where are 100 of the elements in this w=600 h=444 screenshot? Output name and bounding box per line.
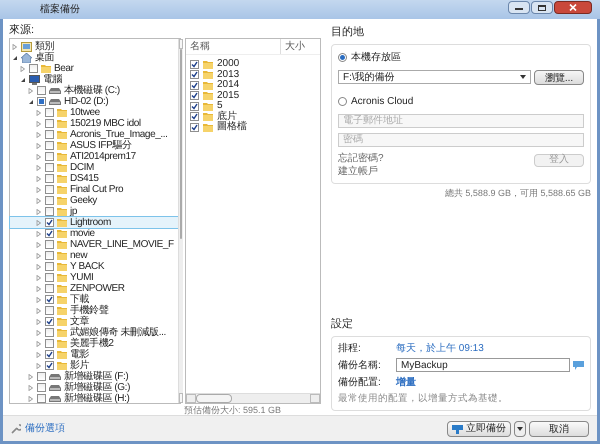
- tree-item[interactable]: Acronis_True_Image_...: [10, 129, 178, 140]
- horizontal-scrollbar[interactable]: [186, 393, 320, 403]
- checkbox[interactable]: [190, 102, 199, 111]
- backup-now-button[interactable]: 立即備份: [447, 420, 511, 436]
- checkbox[interactable]: [45, 163, 54, 172]
- expanded-arrow-icon[interactable]: [12, 54, 18, 60]
- checkbox[interactable]: [45, 317, 54, 326]
- radio-button[interactable]: [338, 96, 347, 106]
- tree-item[interactable]: 美麗手機2: [10, 338, 178, 349]
- tree-item[interactable]: 新增磁碟區 (G:): [10, 382, 178, 393]
- checkbox[interactable]: [45, 262, 54, 271]
- collapsed-arrow-icon[interactable]: [28, 88, 34, 94]
- tree-item[interactable]: 電影: [10, 349, 178, 360]
- dropdown-arrow-icon[interactable]: [520, 75, 526, 79]
- forgot-password-link[interactable]: 忘記密碼?: [338, 152, 384, 164]
- expanded-arrow-icon[interactable]: [28, 98, 34, 104]
- tree-item[interactable]: 類別: [10, 41, 178, 52]
- column-header[interactable]: 大小: [281, 39, 309, 54]
- checkbox[interactable]: [190, 60, 199, 69]
- tree-item[interactable]: 本機磁碟 (C:): [10, 85, 178, 96]
- checkbox[interactable]: [45, 273, 54, 282]
- path-dropdown[interactable]: F:\我的備份: [338, 70, 531, 84]
- checkbox[interactable]: [45, 306, 54, 315]
- checkbox[interactable]: [190, 112, 199, 122]
- tree-item[interactable]: 文章: [10, 316, 178, 327]
- checkbox[interactable]: [190, 122, 199, 132]
- backup-options-link[interactable]: 備份選項: [25, 421, 65, 436]
- collapsed-arrow-icon[interactable]: [20, 66, 26, 72]
- checkbox[interactable]: [45, 207, 54, 216]
- tree-item[interactable]: movie: [10, 228, 178, 239]
- tree-item[interactable]: 下載: [10, 294, 178, 305]
- checkbox[interactable]: [29, 64, 38, 73]
- minimize-icon[interactable]: [508, 1, 530, 14]
- checkbox[interactable]: [45, 196, 54, 205]
- checkbox[interactable]: [45, 130, 54, 139]
- tree-item-label: Y BACK: [70, 262, 104, 272]
- tree-item[interactable]: HD-02 (D:): [10, 96, 178, 107]
- collapsed-arrow-icon[interactable]: [12, 44, 18, 50]
- tree-item[interactable]: DCIM: [10, 162, 178, 173]
- maximize-icon[interactable]: [531, 1, 553, 14]
- tree-item[interactable]: Lightroom: [10, 217, 178, 228]
- schedule-link[interactable]: 每天，於上午 09:13: [396, 340, 484, 356]
- checkbox[interactable]: [45, 361, 54, 370]
- tree-item[interactable]: YUMI: [10, 272, 178, 283]
- checkbox[interactable]: [45, 185, 54, 194]
- checkbox[interactable]: [190, 70, 199, 80]
- tree-item[interactable]: 武媚娘傳奇 未刪減版...: [10, 327, 178, 338]
- checkbox[interactable]: [45, 152, 54, 161]
- checkbox[interactable]: [45, 350, 54, 359]
- expanded-arrow-icon[interactable]: [20, 76, 26, 82]
- tree-item[interactable]: 150219 MBC idol: [10, 118, 178, 129]
- dropdown-arrow-button[interactable]: [514, 420, 526, 436]
- checkbox[interactable]: [45, 108, 54, 117]
- checkbox[interactable]: [45, 251, 54, 260]
- backup-name-field[interactable]: MyBackup: [396, 358, 570, 372]
- create-account-link[interactable]: 建立帳戶: [338, 164, 384, 178]
- tree-item[interactable]: 10twee: [10, 107, 178, 118]
- column-header[interactable]: 名稱: [186, 39, 281, 54]
- comment-icon[interactable]: [573, 360, 584, 370]
- tree-item[interactable]: 手機鈴聲: [10, 305, 178, 316]
- checkbox[interactable]: [37, 383, 46, 392]
- scrollbar[interactable]: [178, 39, 183, 403]
- checkbox[interactable]: [45, 240, 54, 249]
- cancel-button[interactable]: 取消: [529, 420, 589, 436]
- tree-item[interactable]: Bear: [10, 63, 178, 74]
- tree-item[interactable]: Y BACK: [10, 261, 178, 272]
- tree-item[interactable]: Geeky: [10, 195, 178, 206]
- checkbox[interactable]: [45, 295, 54, 304]
- checkbox[interactable]: [45, 229, 54, 238]
- tree-item[interactable]: 桌面: [10, 52, 178, 63]
- tree-item[interactable]: Final Cut Pro: [10, 184, 178, 195]
- tree-item[interactable]: 新增磁碟區 (H:): [10, 393, 178, 404]
- checkbox[interactable]: [45, 339, 54, 348]
- folder-icon: [57, 262, 67, 271]
- tree-item[interactable]: 電腦: [10, 74, 178, 85]
- checkbox[interactable]: [45, 174, 54, 183]
- checkbox[interactable]: [190, 91, 199, 100]
- tree-item[interactable]: ATI2014prem17: [10, 151, 178, 162]
- tree-item[interactable]: ZENPOWER: [10, 283, 178, 294]
- folder-icon: [57, 207, 67, 216]
- tree-item[interactable]: DS415: [10, 173, 178, 184]
- checkbox[interactable]: [45, 328, 54, 337]
- close-icon[interactable]: [554, 1, 592, 14]
- checkbox[interactable]: [37, 394, 46, 403]
- tree-item[interactable]: 影片: [10, 360, 178, 371]
- checkbox[interactable]: [37, 86, 46, 95]
- checkbox[interactable]: [45, 284, 54, 293]
- checkbox[interactable]: [45, 119, 54, 128]
- tree-item[interactable]: NAVER_LINE_MOVIE_F: [10, 239, 178, 250]
- radio-button[interactable]: [338, 52, 347, 62]
- browse-button[interactable]: 瀏覽...: [534, 70, 584, 84]
- tree-item[interactable]: new: [10, 250, 178, 261]
- tree-item[interactable]: 新增磁碟區 (F:): [10, 371, 178, 382]
- checkbox[interactable]: [37, 97, 46, 106]
- checkbox[interactable]: [45, 218, 54, 227]
- checkbox[interactable]: [45, 141, 54, 150]
- tree-item[interactable]: ASUS IFP驅分: [10, 140, 178, 151]
- checkbox[interactable]: [37, 372, 46, 381]
- scheme-link[interactable]: 增量: [396, 374, 416, 390]
- checkbox[interactable]: [190, 80, 199, 90]
